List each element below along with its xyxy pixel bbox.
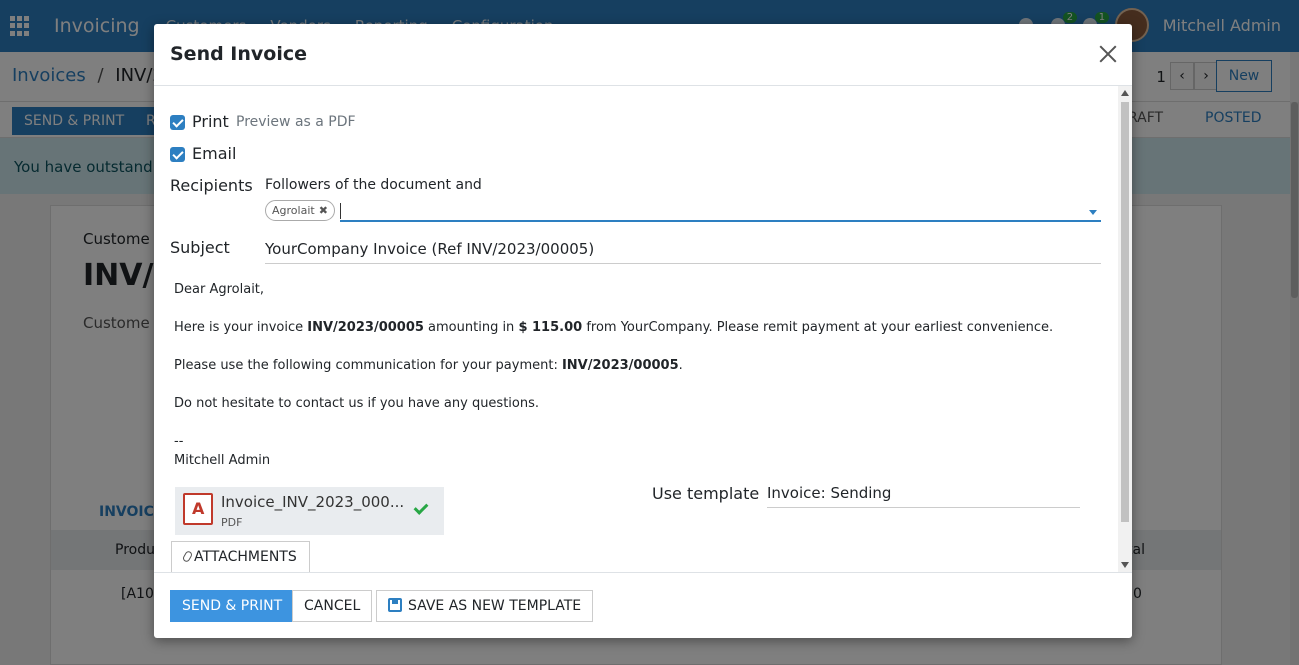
- floppy-icon: [388, 598, 402, 612]
- modal-scrollbar[interactable]: [1118, 86, 1132, 572]
- subject-label: Subject: [170, 238, 230, 257]
- save-template-label: SAVE AS NEW TEMPLATE: [408, 598, 582, 614]
- attachment-type: PDF: [221, 516, 243, 529]
- print-label: Print: [192, 112, 229, 131]
- attachments-label: ATTACHMENTS: [194, 549, 297, 565]
- modal-body: Print Preview as a PDF Email Recipients …: [154, 86, 1132, 572]
- close-icon[interactable]: [1098, 44, 1118, 64]
- scroll-thumb[interactable]: [1121, 102, 1129, 522]
- modal-header: Send Invoice: [154, 24, 1132, 86]
- text-cursor: [340, 203, 341, 219]
- body-signature: Mitchell Admin: [174, 453, 271, 468]
- scroll-down-icon[interactable]: [1121, 562, 1129, 568]
- recipients-label: Recipients: [170, 176, 253, 195]
- recipients-text: Followers of the document and: [265, 177, 482, 193]
- body-line-1: Here is your invoice INV/2023/00005 amou…: [174, 320, 1054, 335]
- template-select[interactable]: Invoice: Sending: [767, 482, 1080, 508]
- chevron-down-icon[interactable]: [1089, 210, 1097, 215]
- recipient-tag: Agrolait ✖: [265, 200, 335, 221]
- attachment-name: Invoice_INV_2023_000...: [221, 493, 405, 511]
- body-signature-separator: --: [174, 434, 184, 449]
- body-line-3: Do not hesitate to contact us if you hav…: [174, 396, 540, 411]
- save-template-button[interactable]: SAVE AS NEW TEMPLATE: [376, 590, 594, 622]
- print-checkbox[interactable]: [170, 115, 185, 130]
- email-label: Email: [192, 144, 237, 163]
- subject-input[interactable]: YourCompany Invoice (Ref INV/2023/00005): [265, 238, 1101, 264]
- modal-footer: SEND & PRINT CANCEL SAVE AS NEW TEMPLATE: [154, 572, 1132, 638]
- body-greeting: Dear Agrolait,: [174, 282, 265, 297]
- modal-title: Send Invoice: [170, 43, 308, 65]
- paperclip-icon: [181, 549, 194, 564]
- print-hint: Preview as a PDF: [236, 114, 356, 130]
- attachments-button[interactable]: ATTACHMENTS: [171, 541, 310, 572]
- cancel-button[interactable]: CANCEL: [292, 590, 373, 622]
- remove-tag-icon[interactable]: ✖: [319, 204, 328, 217]
- check-icon: [413, 500, 429, 515]
- scroll-up-icon[interactable]: [1121, 90, 1129, 96]
- recipients-input[interactable]: [340, 200, 1101, 222]
- recipient-tag-label: Agrolait: [272, 204, 315, 217]
- send-invoice-dialog: Send Invoice Print Preview as a PDF Emai…: [154, 24, 1132, 638]
- email-checkbox[interactable]: [170, 147, 185, 162]
- attachment-card[interactable]: Invoice_INV_2023_000... PDF: [175, 487, 444, 535]
- pdf-icon: [183, 493, 213, 525]
- body-line-2: Please use the following communication f…: [174, 358, 683, 373]
- template-label: Use template: [652, 484, 760, 503]
- send-print-button[interactable]: SEND & PRINT: [170, 590, 295, 622]
